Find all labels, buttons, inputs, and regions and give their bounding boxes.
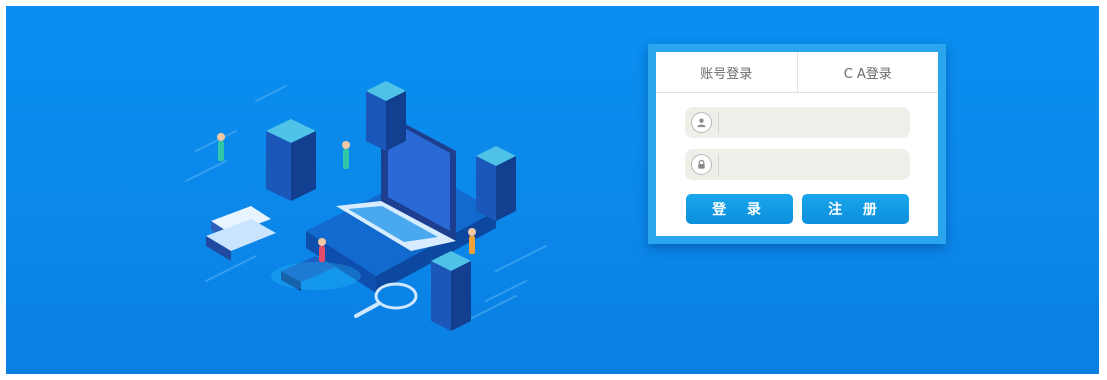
user-icon [691,112,712,133]
login-page-background: 账号登录 C A登录 登 录 注 册 [6,6,1099,374]
login-button[interactable]: 登 录 [686,194,793,224]
login-card: 账号登录 C A登录 登 录 注 册 [656,52,938,236]
lock-icon [691,154,712,175]
tab-ca-login[interactable]: C A登录 [796,52,939,92]
username-input[interactable] [719,106,910,139]
login-panel: 账号登录 C A登录 登 录 注 册 [648,44,946,244]
password-input[interactable] [719,148,910,181]
login-tabs: 账号登录 C A登录 [656,52,938,93]
isometric-server-laptop-illustration [185,81,547,331]
username-field [685,106,910,139]
register-button[interactable]: 注 册 [802,194,909,224]
tab-account-login[interactable]: 账号登录 [656,52,797,92]
password-field [685,148,910,181]
